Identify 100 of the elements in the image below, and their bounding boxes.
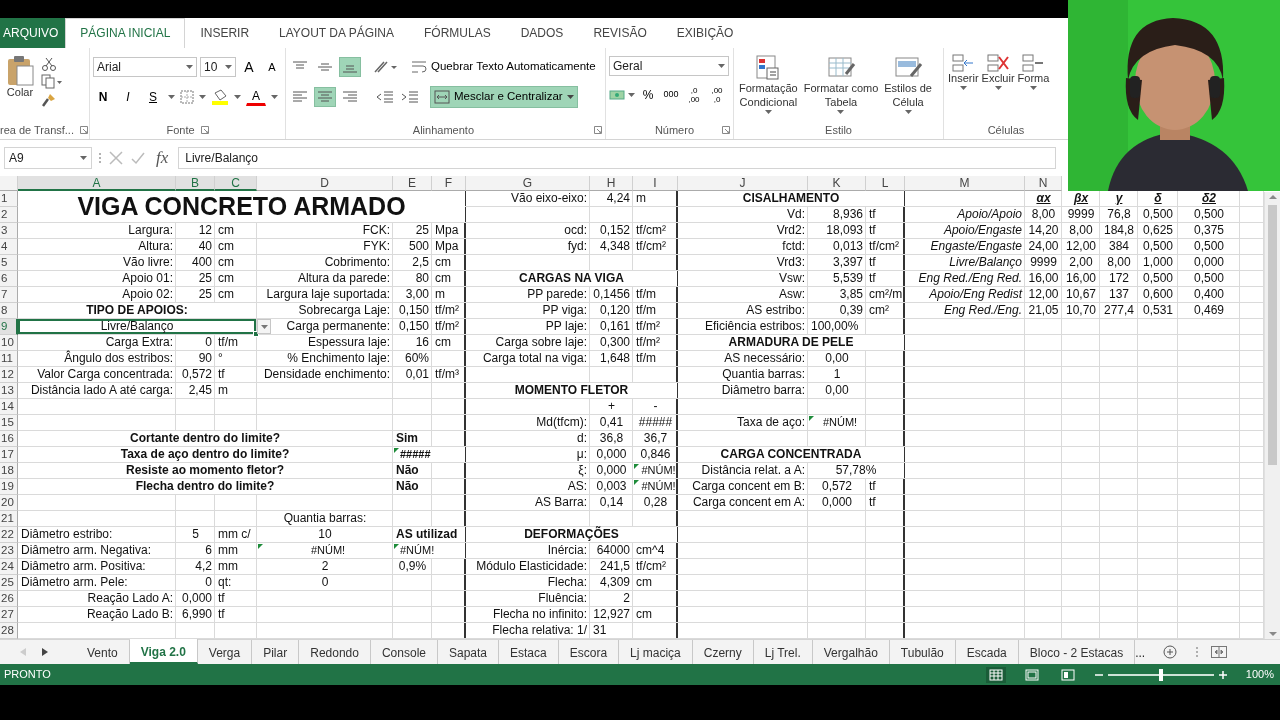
row-header[interactable]: 15 [0, 415, 18, 431]
column-header[interactable]: H [590, 176, 633, 191]
row-header[interactable]: 28 [0, 623, 18, 639]
row-header[interactable]: 1 [0, 191, 18, 207]
percent-button[interactable]: % [638, 85, 658, 105]
column-header[interactable]: D [257, 176, 393, 191]
row-header[interactable]: 4 [0, 239, 18, 255]
caret-icon[interactable] [225, 65, 232, 69]
caret-icon[interactable] [234, 95, 241, 99]
column-header[interactable]: A [18, 176, 176, 191]
caret-icon[interactable] [628, 93, 635, 97]
decimal-button[interactable]: ,00 ,0 [707, 84, 727, 106]
caret-icon[interactable] [168, 95, 175, 99]
caret-icon[interactable] [566, 95, 574, 99]
row-header[interactable]: 7 [0, 287, 18, 303]
formula-field[interactable]: Livre/Balanço [178, 147, 1056, 169]
row-header[interactable]: 2 [0, 207, 18, 223]
column-header[interactable]: K [808, 176, 866, 191]
view-button[interactable] [985, 666, 1006, 683]
row-header[interactable]: 17 [0, 447, 18, 463]
column-header[interactable]: M [905, 176, 1025, 191]
underline-button[interactable]: S [143, 87, 163, 107]
name-box[interactable]: A9 [4, 147, 92, 169]
row-header[interactable]: 5 [0, 255, 18, 271]
scissors-icon[interactable] [41, 56, 57, 72]
dropdown-button[interactable] [257, 319, 271, 334]
error-indicator-icon[interactable] [634, 480, 639, 485]
number-format-dropdown[interactable]: Geral [609, 56, 729, 76]
copy-icon[interactable] [41, 74, 63, 90]
font-size-dropdown[interactable]: 10 [200, 57, 236, 77]
caret-icon[interactable] [837, 109, 845, 114]
caret-icon[interactable] [80, 156, 87, 160]
row-header[interactable]: 10 [0, 335, 18, 351]
caret-icon[interactable] [1029, 85, 1037, 90]
row-header[interactable]: 18 [0, 463, 18, 479]
italic-button[interactable]: I [118, 87, 138, 107]
column-header[interactable]: N [1025, 176, 1062, 191]
caret-icon[interactable] [199, 95, 206, 99]
caret-icon[interactable] [904, 109, 912, 114]
row-header[interactable]: 22 [0, 527, 18, 543]
row-header[interactable]: 6 [0, 271, 18, 287]
column-header[interactable]: G [466, 176, 590, 191]
column-header[interactable]: E [393, 176, 432, 191]
cells-button[interactable]: Inserir [947, 52, 980, 121]
row-header[interactable]: 14 [0, 399, 18, 415]
wrap-text-button[interactable]: Quebrar Texto Automaticamente [407, 56, 600, 78]
shrink-font-button[interactable]: A [262, 57, 282, 77]
row-header[interactable]: 27 [0, 607, 18, 623]
row-header[interactable]: 19 [0, 479, 18, 495]
sheet-tab[interactable]: Viga 2.0 [129, 639, 198, 664]
error-indicator-icon[interactable] [809, 416, 814, 421]
bold-button[interactable]: N [93, 87, 113, 107]
check-icon[interactable] [130, 150, 146, 166]
row-header[interactable]: 3 [0, 223, 18, 239]
fill-color-icon[interactable] [211, 89, 229, 105]
row-header[interactable]: 25 [0, 575, 18, 591]
ribbon-tab[interactable]: PÁGINA INICIAL [65, 18, 186, 48]
insert-function-button[interactable]: fx [152, 145, 173, 171]
error-indicator-icon[interactable] [394, 544, 399, 549]
file-tab[interactable]: ARQUIVO [0, 18, 66, 48]
row-header[interactable]: 20 [0, 495, 18, 511]
paintbrush-icon[interactable] [41, 92, 57, 108]
selected-cell[interactable]: Livre/Balanço [18, 319, 256, 334]
caret-icon[interactable] [994, 85, 1002, 90]
decimal-button[interactable]: ,0 ,00 [684, 84, 704, 106]
styles-button[interactable]: Formatação Condicional [737, 52, 800, 121]
caret-icon[interactable] [260, 324, 268, 329]
merge-center-button[interactable]: Mesclar e Centralizar [430, 86, 578, 108]
row-header[interactable]: 8 [0, 303, 18, 319]
caret-icon[interactable] [959, 85, 967, 90]
caret-icon[interactable] [271, 95, 278, 99]
column-header[interactable]: L [866, 176, 905, 191]
dialog-launcher-icon[interactable] [80, 126, 88, 134]
column-header[interactable]: F [432, 176, 466, 191]
row-header[interactable]: 11 [0, 351, 18, 367]
caret-icon[interactable] [718, 64, 725, 68]
thousands-button[interactable]: 000 [661, 85, 681, 105]
add-sheet-icon[interactable] [1163, 645, 1178, 659]
grow-font-button[interactable]: A [239, 57, 259, 77]
styles-button[interactable]: Formatar como Tabela [801, 52, 881, 121]
row-header[interactable]: 24 [0, 559, 18, 575]
error-indicator-icon[interactable] [258, 544, 263, 549]
row-header[interactable]: 16 [0, 431, 18, 447]
row-header[interactable]: 21 [0, 511, 18, 527]
column-header[interactable]: B [176, 176, 215, 191]
vertical-scrollbar[interactable] [1264, 192, 1280, 639]
caret-icon[interactable] [186, 65, 193, 69]
split-icon[interactable] [1211, 646, 1228, 658]
zoom-level-text[interactable]: 100% [1245, 666, 1274, 683]
scroll-right-icon[interactable] [42, 648, 48, 656]
cells-button[interactable]: Excluir [980, 52, 1016, 121]
paste-button[interactable]: Colar [3, 52, 37, 121]
row-header[interactable]: 9 [0, 319, 18, 335]
dialog-launcher-icon[interactable] [594, 126, 602, 134]
font-color-button[interactable]: A [246, 88, 266, 106]
error-indicator-icon[interactable] [634, 464, 639, 469]
column-header[interactable]: C [215, 176, 257, 191]
more-tabs-button[interactable]: ... [1135, 640, 1154, 664]
caret-icon[interactable] [764, 109, 772, 114]
zoom-in-icon[interactable] [1217, 669, 1228, 680]
